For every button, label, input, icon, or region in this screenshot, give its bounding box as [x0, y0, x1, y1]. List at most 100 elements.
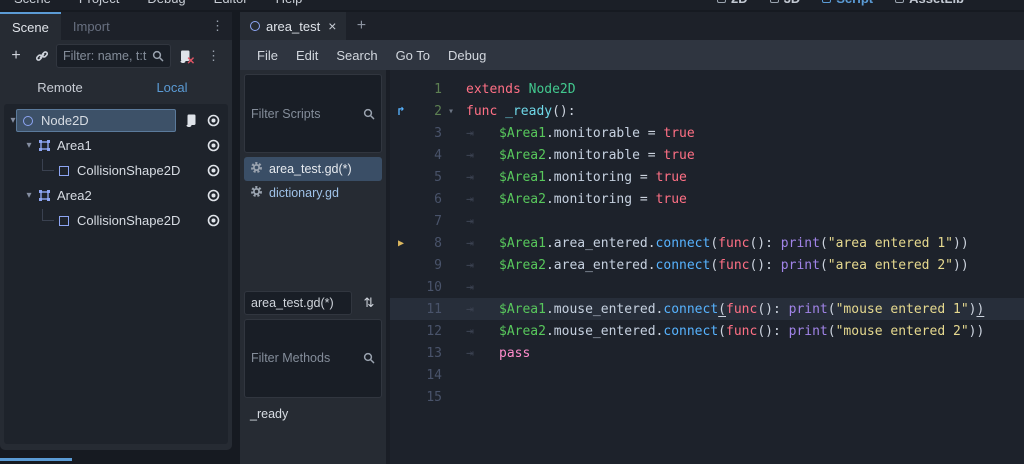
code-line-15[interactable]: 15 — [390, 386, 1024, 408]
script-list-item[interactable]: dictionary.gd — [244, 181, 382, 205]
script-icon[interactable] — [180, 114, 202, 127]
code-line-13[interactable]: 13 ⇥ pass — [390, 342, 1024, 364]
token: = — [632, 169, 656, 185]
tree-row-collisionshape2d[interactable]: CollisionShape2D — [4, 208, 228, 233]
visibility-toggle-icon[interactable] — [202, 213, 224, 228]
expander-icon[interactable]: ▾ — [22, 190, 36, 201]
visibility-toggle-icon[interactable] — [202, 188, 224, 203]
workspace-button-script[interactable]: Script — [822, 0, 873, 6]
token: true — [663, 125, 695, 141]
line-number: 3 — [434, 125, 442, 141]
remote-button[interactable]: Remote — [4, 74, 116, 100]
search-icon — [363, 353, 375, 364]
menu-debug[interactable]: Debug — [439, 48, 495, 63]
dock-tab-bar: Scene Import ⋮ — [0, 12, 232, 40]
filter-methods-box — [244, 318, 382, 398]
code-editor[interactable]: 1 extends Node2D ↱ 2 ▾ func _ready(): 3 ⇥ $Area1… — [390, 70, 1024, 464]
detach-script-icon[interactable]: ✕ — [173, 44, 197, 68]
scene-filter-input[interactable] — [63, 49, 148, 63]
workspace-button-2d[interactable]: 2D — [717, 0, 748, 6]
menu-go-to[interactable]: Go To — [387, 48, 439, 63]
local-button[interactable]: Local — [116, 74, 228, 100]
token: . — [545, 169, 554, 185]
code-text: ⇥ — [460, 280, 499, 295]
token: $Area1 — [499, 235, 546, 251]
code-line-8[interactable]: ▶ 8 ⇥ $Area1.area_entered.connect(func(): p… — [390, 232, 1024, 254]
bottom-panel-accent-line — [0, 458, 72, 461]
menu-file[interactable]: File — [248, 48, 287, 63]
close-tab-icon[interactable]: × — [326, 18, 336, 34]
tab-marker: ⇥ — [466, 301, 474, 317]
tree-node-label: Area1 — [57, 138, 92, 153]
visibility-toggle-icon[interactable] — [202, 163, 224, 178]
main-menu-project[interactable]: Project — [65, 0, 133, 6]
code-line-1[interactable]: 1 extends Node2D — [390, 78, 1024, 100]
token: ( — [718, 323, 726, 339]
script-name: area_test.gd(*) — [269, 162, 352, 177]
token: print — [788, 323, 828, 339]
code-line-6[interactable]: 6 ⇥ $Area2.monitoring = true — [390, 188, 1024, 210]
code-line-4[interactable]: 4 ⇥ $Area2.monitorable = true — [390, 144, 1024, 166]
script-list-item[interactable]: area_test.gd(*) — [244, 157, 382, 182]
main-menu-help[interactable]: Help — [262, 0, 317, 6]
area2d-icon — [36, 139, 52, 152]
code-line-7[interactable]: 7 ⇥ — [390, 210, 1024, 232]
code-line-3[interactable]: 3 ⇥ $Area1.monitorable = true — [390, 122, 1024, 144]
expander-icon[interactable]: ▾ — [22, 140, 36, 151]
visibility-toggle-icon[interactable] — [202, 113, 224, 128]
tree-row-area1[interactable]: ▾ Area1 — [4, 133, 228, 158]
token: . — [545, 191, 554, 207]
filter-scripts-input[interactable] — [251, 106, 359, 121]
method-item-_ready[interactable]: _ready — [244, 402, 382, 426]
search-icon — [152, 50, 164, 62]
token: $Area1 — [499, 301, 546, 317]
code-line-5[interactable]: 5 ⇥ $Area1.monitoring = true — [390, 166, 1024, 188]
code-line-12[interactable]: 12 ⇥ $Area2.mouse_entered.connect(func(): … — [390, 320, 1024, 342]
line-number: 9 — [434, 257, 442, 273]
code-text: ⇥ $Area1.area_entered.connect(func(): pri… — [460, 236, 969, 251]
code-text: ⇥ — [460, 214, 499, 229]
tab-marker: ⇥ — [466, 257, 474, 273]
token: (): — [552, 103, 576, 119]
scene-toolbar: + ✕ ⋮ — [0, 40, 232, 72]
token: func — [726, 323, 758, 339]
main-menu-scene[interactable]: Scene — [0, 0, 65, 6]
menu-search[interactable]: Search — [327, 48, 386, 63]
tree-row-collisionshape2d[interactable]: CollisionShape2D — [4, 158, 228, 183]
token: mouse_entered — [553, 301, 656, 317]
scene-tree: ▾ Node2D ▾ Area1 CollisionShape2D ▾ Area2 Colli… — [4, 104, 228, 444]
node2d-icon — [20, 115, 36, 126]
tree-row-area2[interactable]: ▾ Area2 — [4, 183, 228, 208]
scene-tab-area-test[interactable]: area_test × — [240, 12, 347, 40]
expander-icon[interactable]: ▾ — [6, 115, 20, 126]
tab-import[interactable]: Import — [61, 12, 122, 40]
add-node-button[interactable]: + — [4, 44, 28, 68]
new-scene-tab-button[interactable]: + — [346, 12, 376, 40]
token: mouse_entered — [553, 323, 656, 339]
instance-scene-icon[interactable] — [30, 44, 54, 68]
token: pass — [499, 345, 531, 361]
menu-edit[interactable]: Edit — [287, 48, 327, 63]
workspace-button-3d[interactable]: 3D — [769, 0, 800, 6]
workspace-button-assetlib[interactable]: AssetLib — [895, 0, 964, 6]
code-line-2[interactable]: ↱ 2 ▾ func _ready(): — [390, 100, 1024, 122]
code-text: ⇥ $Area1.mouse_entered.connect(func(): pr… — [460, 302, 984, 317]
token: connect — [655, 257, 711, 273]
main-menu-editor[interactable]: Editor — [200, 0, 262, 6]
dock-menu-icon[interactable]: ⋮ — [203, 12, 232, 40]
token: ( — [710, 235, 719, 251]
scene-tree-menu-icon[interactable]: ⋮ — [199, 48, 228, 64]
filter-methods-input[interactable] — [251, 351, 359, 366]
fold-arrow-icon[interactable]: ▾ — [442, 106, 460, 117]
main-menu-debug[interactable]: Debug — [133, 0, 199, 6]
code-line-10[interactable]: 10 ⇥ — [390, 276, 1024, 298]
main-menubar-clipped: SceneProjectDebugEditorHelp 2D 3D Script As… — [0, 0, 1024, 10]
tree-row-node2d[interactable]: ▾ Node2D — [4, 108, 228, 133]
token: func — [726, 301, 758, 317]
tab-scene[interactable]: Scene — [0, 12, 61, 40]
code-line-9[interactable]: 9 ⇥ $Area2.area_entered.connect(func(): pr… — [390, 254, 1024, 276]
sort-methods-icon[interactable]: ⇅ — [356, 291, 382, 315]
code-line-11[interactable]: 11 ⇥ $Area1.mouse_entered.connect(func(): … — [390, 298, 1024, 320]
visibility-toggle-icon[interactable] — [202, 138, 224, 153]
code-line-14[interactable]: 14 — [390, 364, 1024, 386]
